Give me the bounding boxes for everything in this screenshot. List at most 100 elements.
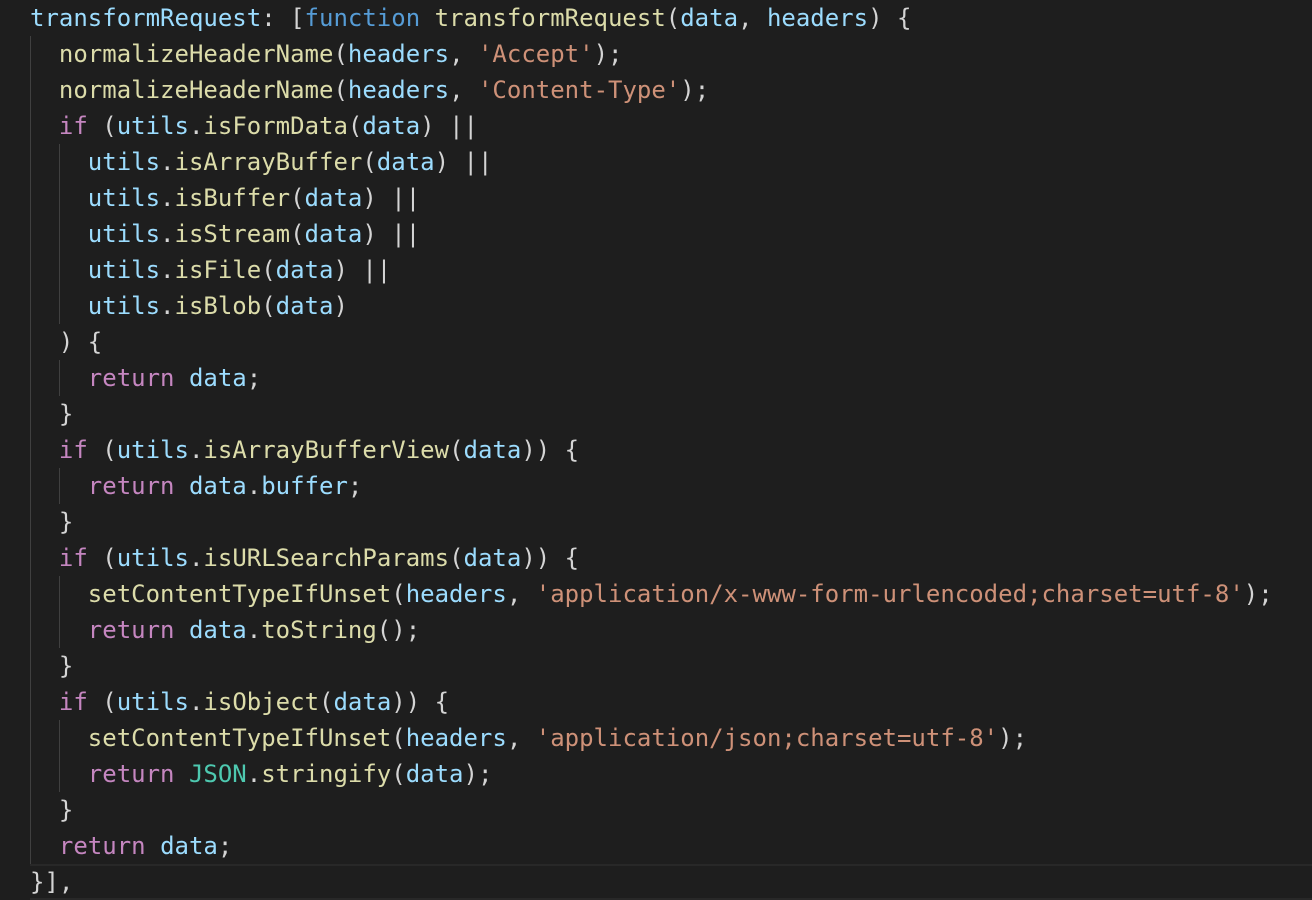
indent-guide xyxy=(30,756,31,792)
code-token: return xyxy=(87,364,175,392)
code-token: transformRequest xyxy=(434,4,666,32)
indent-guide xyxy=(30,612,31,648)
indent-guide xyxy=(30,144,31,180)
code-line[interactable]: return data; xyxy=(30,360,1312,396)
code-line[interactable]: return data.buffer; xyxy=(30,468,1312,504)
code-token: ; xyxy=(347,472,363,500)
code-line[interactable]: normalizeHeaderName(headers, 'Content-Ty… xyxy=(30,72,1312,108)
code-token: data xyxy=(333,688,392,716)
code-line[interactable]: if (utils.isObject(data)) { xyxy=(30,684,1312,720)
indent-guide xyxy=(30,828,31,864)
code-token: headers xyxy=(766,4,869,32)
code-area[interactable]: transformRequest: [function transformReq… xyxy=(30,0,1312,900)
code-token: data xyxy=(405,760,464,788)
code-line[interactable]: utils.isBlob(data) xyxy=(30,288,1312,324)
indent-guide xyxy=(58,468,60,504)
code-line[interactable]: utils.isFile(data) || xyxy=(30,252,1312,288)
code-token: , xyxy=(506,580,536,608)
code-line[interactable]: if (utils.isFormData(data) || xyxy=(30,108,1312,144)
code-token: utils xyxy=(87,292,161,320)
code-token: data xyxy=(304,220,363,248)
indent-guide xyxy=(30,792,31,828)
code-line[interactable]: setContentTypeIfUnset(headers, 'applicat… xyxy=(30,576,1312,612)
code-line[interactable]: }], xyxy=(30,864,1312,900)
code-token: ) xyxy=(333,292,348,320)
code-token: ); xyxy=(593,40,623,68)
code-line[interactable]: normalizeHeaderName(headers, 'Accept'); xyxy=(30,36,1312,72)
indent-guide xyxy=(30,468,31,504)
code-token: . xyxy=(188,544,204,572)
code-token: setContentTypeIfUnset xyxy=(87,724,392,752)
indent-guide xyxy=(58,360,60,396)
code-line[interactable]: utils.isBuffer(data) || xyxy=(30,180,1312,216)
code-token: utils xyxy=(87,148,161,176)
code-token: 'Content-Type' xyxy=(477,76,681,104)
code-line[interactable]: } xyxy=(30,396,1312,432)
code-token: , xyxy=(738,4,767,32)
code-line[interactable]: if (utils.isArrayBufferView(data)) { xyxy=(30,432,1312,468)
code-token: . xyxy=(188,112,204,140)
code-line[interactable]: if (utils.isURLSearchParams(data)) { xyxy=(30,540,1312,576)
code-token: utils xyxy=(116,688,189,716)
code-line[interactable]: utils.isArrayBuffer(data) || xyxy=(30,144,1312,180)
indent-guide xyxy=(30,396,31,432)
code-token: )) { xyxy=(521,436,580,464)
code-token: isBuffer xyxy=(174,184,291,212)
code-line[interactable]: return JSON.stringify(data); xyxy=(30,756,1312,792)
code-token: } xyxy=(58,796,74,824)
indent-guide xyxy=(30,576,31,612)
code-token: ) || xyxy=(362,184,421,212)
code-token: ); xyxy=(1243,580,1273,608)
code-token: . xyxy=(160,220,175,248)
indent-guide xyxy=(58,756,60,792)
code-token: . xyxy=(160,292,175,320)
code-token: normalizeHeaderName xyxy=(58,40,334,68)
code-token: ( xyxy=(87,436,117,464)
code-line[interactable]: } xyxy=(30,648,1312,684)
code-token: } xyxy=(58,652,74,680)
code-token: normalizeHeaderName xyxy=(58,76,334,104)
code-line[interactable]: transformRequest: [function transformReq… xyxy=(30,0,1312,36)
code-token: ( xyxy=(290,184,305,212)
code-editor[interactable]: transformRequest: [function transformReq… xyxy=(0,0,1312,900)
code-token: : [ xyxy=(261,4,305,32)
code-token: ( xyxy=(449,436,464,464)
code-line[interactable]: utils.isStream(data) || xyxy=(30,216,1312,252)
code-token: buffer xyxy=(261,472,348,500)
indent-guide xyxy=(58,576,60,612)
code-token: }], xyxy=(30,868,74,896)
editor-gutter xyxy=(0,0,4,900)
code-line[interactable]: return data.toString(); xyxy=(30,612,1312,648)
code-token: , xyxy=(449,40,478,68)
code-line[interactable]: } xyxy=(30,504,1312,540)
indent-guide xyxy=(58,252,60,288)
code-token: data xyxy=(275,292,334,320)
code-line[interactable]: setContentTypeIfUnset(headers, 'applicat… xyxy=(30,720,1312,756)
code-token: , xyxy=(449,76,478,104)
code-token: ; xyxy=(246,364,262,392)
code-token: ( xyxy=(449,544,464,572)
code-line[interactable]: return data; xyxy=(30,828,1312,864)
indent-guide xyxy=(30,540,31,576)
code-token: ( xyxy=(333,76,348,104)
code-token: ( xyxy=(261,292,276,320)
indent-guide xyxy=(30,216,31,252)
code-token: , xyxy=(506,724,536,752)
code-token: ; xyxy=(217,832,233,860)
code-token: . xyxy=(188,436,204,464)
code-token: setContentTypeIfUnset xyxy=(87,580,392,608)
code-line[interactable]: ) { xyxy=(30,324,1312,360)
code-line[interactable]: } xyxy=(30,792,1312,828)
code-token: ( xyxy=(391,724,406,752)
code-token: return xyxy=(87,472,175,500)
code-token: if xyxy=(58,436,88,464)
code-token: headers xyxy=(405,724,507,752)
code-token: } xyxy=(58,508,74,536)
code-token: ); xyxy=(998,724,1028,752)
